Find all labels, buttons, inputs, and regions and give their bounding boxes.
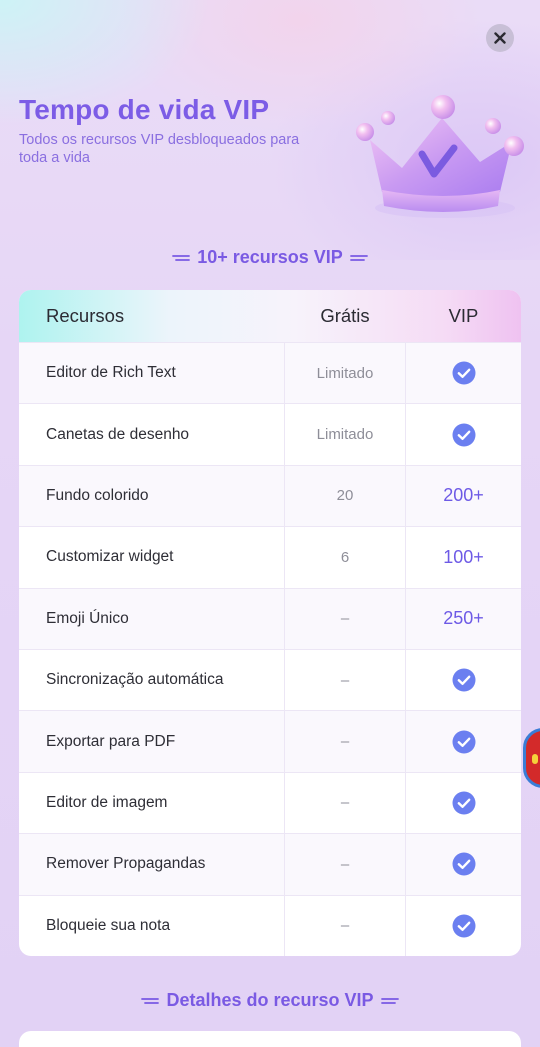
decor-right-icon (380, 997, 399, 1004)
check-circle-icon (452, 423, 475, 447)
page-subtitle: Todos os recursos VIP desbloqueados para… (19, 132, 300, 166)
free-value: – (284, 588, 406, 649)
free-value: 20 (284, 465, 406, 527)
decor-left-icon (141, 997, 160, 1004)
feature-name: Exportar para PDF (46, 732, 176, 750)
decor-left-icon (172, 254, 191, 261)
feature-name: Fundo colorido (46, 486, 149, 504)
vip-value: 250+ (443, 608, 484, 629)
feature-name: Editor de imagem (46, 793, 168, 811)
vip-value: 100+ (443, 546, 484, 567)
section-title-label: Detalhes do recurso VIP (166, 990, 374, 1010)
header-recursos: Recursos (46, 305, 125, 326)
free-value: – (284, 834, 406, 895)
table-row: Emoji Único – 250+ (19, 587, 521, 649)
free-value: Limitado (284, 343, 406, 404)
vip-included (406, 896, 521, 956)
close-icon (494, 32, 506, 44)
table-body: Editor de Rich Text Limitado Canetas de de… (19, 342, 521, 956)
feature-name: Remover Propagandas (46, 855, 206, 873)
floating-badge-icon[interactable] (523, 728, 540, 788)
page-title: Tempo de vida VIP (19, 94, 270, 125)
free-value: – (284, 772, 406, 834)
vip-included (406, 834, 521, 894)
vip-included (406, 650, 521, 710)
free-value: – (284, 711, 406, 772)
check-circle-icon (452, 914, 475, 938)
check-circle-icon (452, 791, 475, 815)
header-vip: VIP (448, 305, 479, 326)
free-value: – (284, 895, 406, 956)
free-value: 6 (284, 527, 406, 588)
check-circle-icon (452, 361, 475, 385)
table-row: Editor de imagem – (19, 771, 521, 834)
feature-name: Bloqueie sua nota (46, 916, 171, 934)
free-value: – (284, 649, 406, 711)
feature-name: Emoji Único (46, 609, 129, 627)
table-row: Sincronização automática – (19, 648, 521, 711)
section-title-recursos: 10+ recursos VIP (0, 247, 540, 268)
check-circle-icon (452, 852, 475, 876)
feature-name: Canetas de desenho (46, 425, 190, 443)
table-row: Fundo colorido 20 200+ (19, 464, 521, 527)
vip-included (406, 343, 521, 403)
table-row: Remover Propagandas – (19, 833, 521, 895)
section-title-label: 10+ recursos VIP (197, 247, 343, 267)
check-circle-icon (452, 668, 475, 692)
table-row: Exportar para PDF – (19, 710, 521, 772)
close-button[interactable] (486, 24, 514, 52)
table-row: Canetas de desenho Limitado (19, 403, 521, 465)
vip-included (406, 404, 521, 464)
vip-included (406, 711, 521, 771)
feature-name: Sincronização automática (46, 671, 224, 689)
table-row: Bloqueie sua nota – (19, 894, 521, 956)
free-value: Limitado (284, 404, 406, 465)
table-row: Customizar widget 6 100+ (19, 526, 521, 588)
header-gratis: Grátis (320, 305, 370, 326)
check-circle-icon (452, 730, 475, 754)
details-card (19, 1031, 521, 1047)
feature-name: Customizar widget (46, 548, 174, 566)
vip-value: 200+ (443, 485, 484, 506)
section-title-detalhes: Detalhes do recurso VIP (0, 990, 540, 1011)
features-table: Recursos Grátis VIP Editor de Rich Text L… (19, 290, 521, 956)
table-header: Recursos Grátis VIP (19, 290, 521, 342)
table-row: Editor de Rich Text Limitado (19, 342, 521, 404)
feature-name: Editor de Rich Text (46, 364, 176, 382)
vip-included (406, 773, 521, 833)
crown-icon (356, 95, 524, 218)
decor-right-icon (349, 254, 368, 261)
